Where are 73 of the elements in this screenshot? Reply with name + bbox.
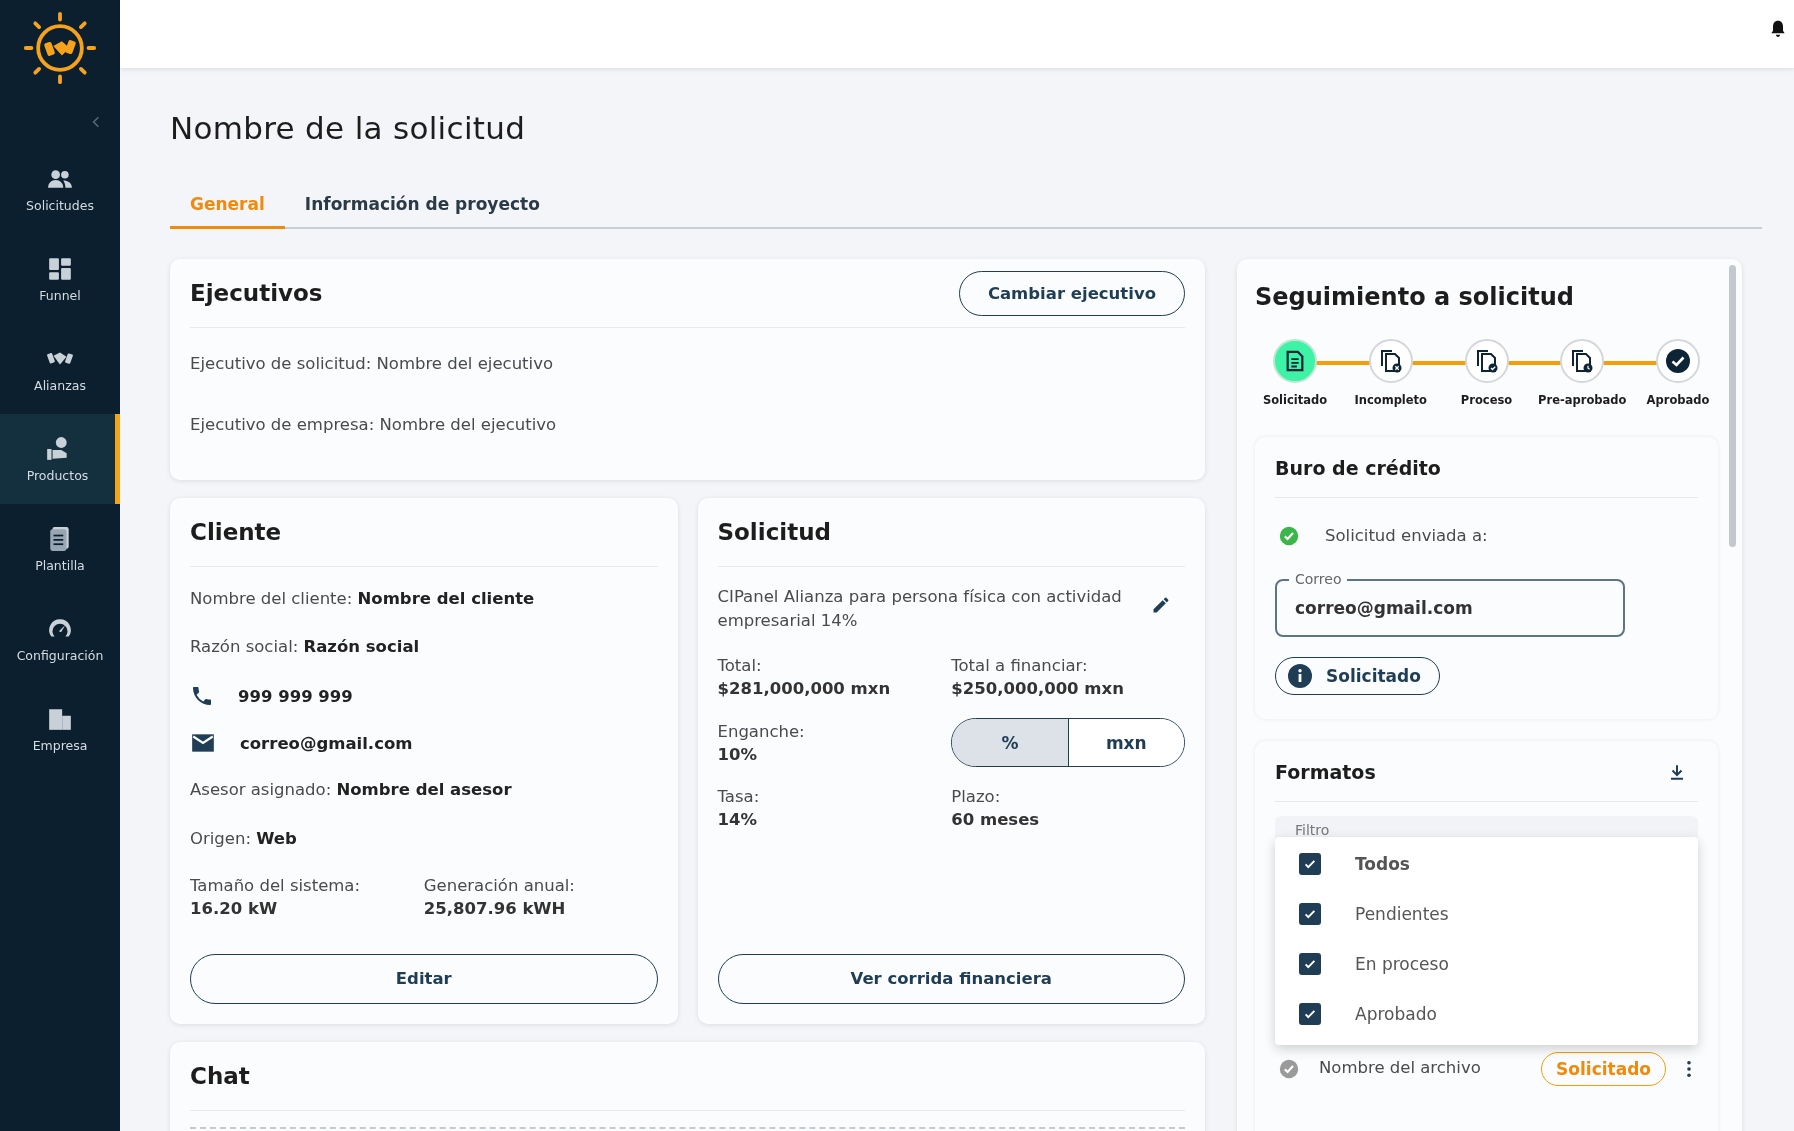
- document-check-icon: [1474, 349, 1499, 373]
- stat-value: 60 meses: [951, 810, 1041, 829]
- scrollbar[interactable]: [1729, 265, 1736, 547]
- dashboard-icon: [47, 255, 73, 282]
- checkbox[interactable]: [1299, 902, 1321, 925]
- check-circle-icon: [1279, 526, 1299, 547]
- card-title: Cliente: [190, 518, 282, 545]
- nav-item[interactable]: Alianzas: [0, 324, 120, 414]
- panel-title: Seguimiento a solicitud: [1255, 283, 1575, 311]
- step-label: Aprobado: [1646, 393, 1710, 407]
- client-field: Nombre del cliente: Nombre del cliente: [190, 586, 658, 612]
- stat-label: Total:: [717, 656, 763, 675]
- nav-item[interactable]: Funnel: [0, 234, 120, 324]
- checkbox[interactable]: [1299, 952, 1321, 975]
- step-label: Proceso: [1460, 393, 1513, 407]
- stat-label: Enganche:: [717, 721, 806, 741]
- stat-value: 16.20 kW: [190, 898, 279, 918]
- tab[interactable]: Información de proyecto: [284, 184, 560, 229]
- filter-option[interactable]: Aprobado: [1275, 988, 1698, 1039]
- email-address: correo@gmail.com: [240, 733, 413, 753]
- card-title: Chat: [190, 1062, 250, 1089]
- card-title: Formatos: [1275, 759, 1376, 785]
- step-label: Incompleto: [1354, 393, 1427, 407]
- stat-label: Plazo:: [951, 787, 1002, 806]
- checkbox[interactable]: [1299, 1002, 1321, 1025]
- stat-value: 14%: [717, 810, 758, 829]
- card-title: Solicitud: [717, 518, 831, 545]
- card-title: Ejecutivos: [190, 280, 323, 306]
- check-circle-icon: [1666, 349, 1690, 373]
- document-clock-icon: [1570, 349, 1595, 373]
- more-icon[interactable]: [1686, 1059, 1692, 1078]
- stat-value: 25,807.96 kWH: [423, 898, 567, 918]
- toggle-option[interactable]: %: [952, 719, 1068, 766]
- edit-button[interactable]: Editar: [190, 953, 658, 1004]
- stat-value: 10%: [717, 744, 758, 764]
- stat-label: Generación anual:: [423, 875, 576, 895]
- info-icon: [1288, 663, 1312, 688]
- status-text: Solicitud enviada a:: [1325, 525, 1488, 547]
- executive-text: Ejecutivo de solicitud: Nombre del ejecutivo: [190, 353, 555, 375]
- phone-number: 999 999 999: [238, 686, 353, 706]
- filter-option[interactable]: Pendientes: [1275, 888, 1698, 939]
- stat-label: Total a financiar:: [951, 656, 1089, 675]
- nav-item[interactable]: Solicitudes: [0, 144, 120, 234]
- client-field: Asesor asignado: Nombre del asesor: [190, 778, 658, 803]
- nav-item[interactable]: Empresa: [0, 684, 120, 774]
- stat-value: $250,000,000 mxn: [951, 679, 1125, 698]
- nav-item[interactable]: Productos: [0, 414, 120, 504]
- stat-value: $281,000,000 mxn: [717, 679, 892, 698]
- chevron-left-icon[interactable]: [92, 116, 100, 128]
- chip-label: Solicitado: [1326, 665, 1421, 686]
- phone-icon: [190, 684, 214, 708]
- nav-item[interactable]: Plantilla: [0, 504, 120, 594]
- step-label: Solicitado: [1262, 393, 1328, 407]
- page-title: Nombre de la solicitud: [170, 110, 527, 146]
- mail-icon: [190, 732, 216, 754]
- request-description: CIPanel Alianza para persona física con actividad empresarial 14%: [717, 585, 1123, 633]
- nav-item[interactable]: Configuración: [0, 594, 120, 684]
- check-circle-icon: [1279, 1058, 1299, 1079]
- logo-icon: [22, 10, 98, 86]
- document-icon: [1284, 350, 1306, 372]
- step-label: Pre-aprobado: [1538, 393, 1627, 407]
- filter-option[interactable]: En proceso: [1275, 938, 1698, 989]
- file-name: Nombre del archivo: [1319, 1057, 1482, 1080]
- download-icon[interactable]: [1668, 762, 1686, 781]
- checkbox[interactable]: [1299, 852, 1321, 875]
- executive-text: Ejecutivo de empresa: Nombre del ejecutivo: [190, 413, 558, 436]
- stat-label: Tasa:: [717, 787, 761, 806]
- card-title: Buro de crédito: [1275, 451, 1698, 498]
- client-field: Origen: Web: [190, 826, 658, 852]
- document-x-icon: [1378, 349, 1403, 373]
- toggle-option[interactable]: mxn: [1067, 719, 1184, 766]
- client-field: Razón social: Razón social: [190, 635, 658, 660]
- stat-label: Tamaño del sistema:: [190, 875, 362, 895]
